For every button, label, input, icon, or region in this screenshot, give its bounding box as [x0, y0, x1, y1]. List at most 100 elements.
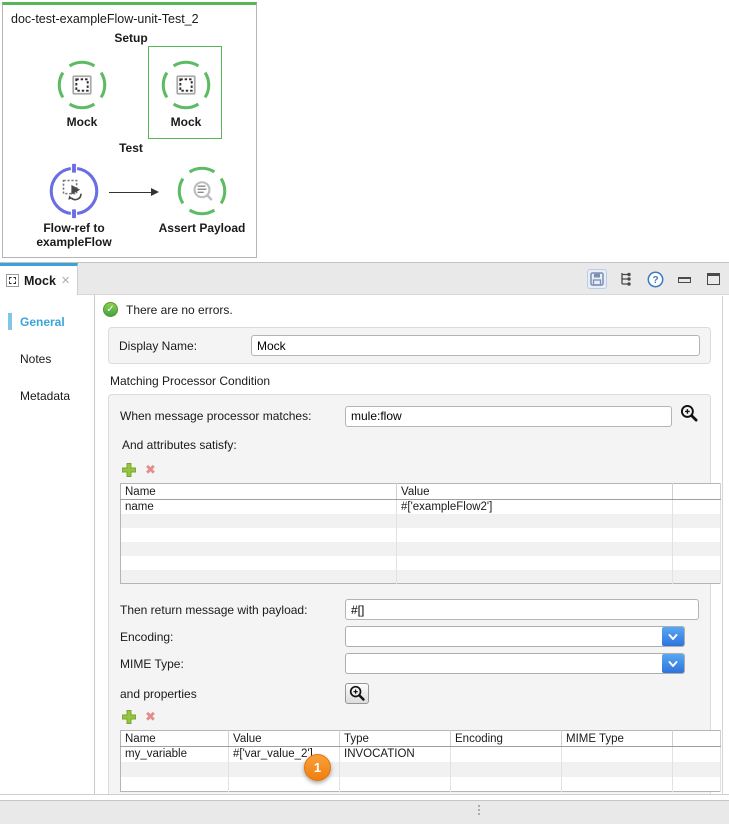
- table-row-empty: [121, 542, 721, 556]
- help-button[interactable]: ?: [645, 269, 665, 289]
- status-bar: [0, 800, 729, 824]
- check-icon: ✓: [103, 302, 118, 317]
- table-row-empty: [121, 556, 721, 570]
- column-header: Name: [121, 484, 397, 500]
- payload-input[interactable]: [345, 599, 699, 620]
- minimize-icon: [678, 277, 691, 283]
- cell-name: my_variable: [121, 747, 229, 762]
- close-icon[interactable]: ✕: [61, 274, 70, 287]
- table-row-empty: [121, 777, 721, 792]
- properties-table-toolbar: ✖: [122, 708, 699, 725]
- delete-row-icon[interactable]: ✖: [145, 463, 156, 476]
- attributes-table: Name Value name #['exampleFlow2']: [120, 483, 721, 584]
- chevron-down-icon[interactable]: [662, 627, 684, 646]
- display-name-group: Display Name:: [108, 327, 711, 364]
- properties-zoom-button[interactable]: [345, 683, 369, 704]
- mime-type-select[interactable]: [345, 653, 685, 674]
- node-assert-payload[interactable]: Assert Payload: [152, 163, 252, 235]
- save-button[interactable]: [587, 269, 607, 289]
- column-header: Name: [121, 731, 229, 747]
- connector-arrow: [109, 192, 157, 193]
- node-label-line2: exampleFlow: [36, 235, 111, 249]
- mock-icon: [54, 57, 110, 113]
- node-flow-ref[interactable]: Flow-ref toexampleFlow: [27, 163, 121, 249]
- maximize-button[interactable]: [703, 269, 723, 289]
- add-row-icon[interactable]: [122, 710, 136, 724]
- when-matches-input[interactable]: [345, 406, 672, 427]
- sidebar-item-metadata[interactable]: Metadata: [0, 386, 94, 406]
- table-header-row: Name Value: [121, 484, 721, 500]
- table-row[interactable]: name #['exampleFlow2']: [121, 500, 721, 514]
- properties-tab-bar: Mock ✕ ?: [0, 262, 729, 295]
- node-label: Flow-ref toexampleFlow: [36, 221, 111, 249]
- tab-mock[interactable]: Mock ✕: [0, 263, 78, 295]
- display-name-input[interactable]: [251, 335, 700, 356]
- node-label: Mock: [67, 115, 98, 129]
- magnifier-plus-icon: [349, 685, 366, 702]
- tree-icon: [618, 271, 634, 287]
- column-header: Type: [340, 731, 451, 747]
- section-title: Matching Processor Condition: [110, 374, 729, 388]
- node-label-line1: Flow-ref to: [43, 221, 104, 235]
- properties-content: ✓ There are no errors. Display Name: Mat…: [96, 295, 729, 795]
- node-label: Assert Payload: [159, 221, 246, 235]
- sidebar-item-general[interactable]: General: [0, 312, 94, 332]
- mime-type-label: MIME Type:: [120, 657, 345, 671]
- tree-button[interactable]: [616, 269, 636, 289]
- sash-handle[interactable]: [478, 805, 480, 815]
- scrollbar-track: [722, 296, 723, 795]
- attributes-satisfy-label: And attributes satisfy:: [122, 438, 699, 452]
- node-label: Mock: [171, 115, 202, 129]
- node-mock-2[interactable]: Mock: [154, 57, 218, 129]
- zoom-button[interactable]: [680, 404, 699, 428]
- column-header: Encoding: [451, 731, 562, 747]
- panel-divider: [0, 794, 729, 795]
- table-row-empty: [121, 528, 721, 542]
- tab-label: Mock: [24, 274, 56, 288]
- encoding-value: [346, 627, 662, 646]
- minimize-button[interactable]: [674, 269, 694, 289]
- test-section-label: Test: [3, 141, 259, 155]
- chevron-down-icon[interactable]: [662, 654, 684, 673]
- table-header-row: Name Value Type Encoding MIME Type: [121, 731, 721, 747]
- sidebar-item-notes[interactable]: Notes: [0, 349, 94, 369]
- and-properties-label: and properties: [120, 687, 345, 701]
- help-icon: ?: [647, 271, 664, 288]
- when-matches-label: When message processor matches:: [120, 409, 345, 423]
- annotation-badge: 1: [304, 754, 331, 781]
- add-row-icon[interactable]: [122, 463, 136, 477]
- matching-condition-group: When message processor matches: And attr…: [108, 394, 711, 795]
- attributes-table-toolbar: ✖: [122, 461, 699, 478]
- cell-name: name: [121, 500, 397, 514]
- cell-encoding: [451, 747, 562, 762]
- payload-label: Then return message with payload:: [120, 603, 345, 617]
- status-message: There are no errors.: [126, 303, 233, 317]
- status-row: ✓ There are no errors.: [103, 302, 729, 317]
- setup-section-label: Setup: [3, 31, 259, 45]
- column-header: Value: [397, 484, 673, 500]
- column-header: Value: [229, 731, 340, 747]
- delete-row-icon[interactable]: ✖: [145, 710, 156, 723]
- flow-title: doc-test-exampleFlow-unit-Test_2: [11, 12, 199, 26]
- properties-table: Name Value Type Encoding MIME Type my_va…: [120, 730, 721, 792]
- mime-type-value: [346, 654, 662, 673]
- table-row-empty: [121, 762, 721, 777]
- mock-tab-icon: [6, 274, 19, 287]
- save-icon: [589, 271, 605, 287]
- encoding-label: Encoding:: [120, 630, 345, 644]
- encoding-select[interactable]: [345, 626, 685, 647]
- flow-ref-icon: [46, 163, 102, 219]
- flow-canvas: doc-test-exampleFlow-unit-Test_2 Setup M…: [2, 2, 257, 258]
- properties-sidebar: General Notes Metadata: [0, 295, 95, 795]
- node-mock-1[interactable]: Mock: [50, 57, 114, 129]
- view-toolbar: ?: [587, 267, 723, 291]
- display-name-label: Display Name:: [119, 339, 251, 353]
- column-header: MIME Type: [562, 731, 673, 747]
- maximize-icon: [707, 273, 720, 285]
- table-row-empty: [121, 514, 721, 528]
- table-row-empty: [121, 570, 721, 584]
- cell-type: INVOCATION: [340, 747, 451, 762]
- table-row[interactable]: my_variable #['var_value_2'] INVOCATION: [121, 747, 721, 762]
- mock-icon: [158, 57, 214, 113]
- column-header: [673, 731, 721, 747]
